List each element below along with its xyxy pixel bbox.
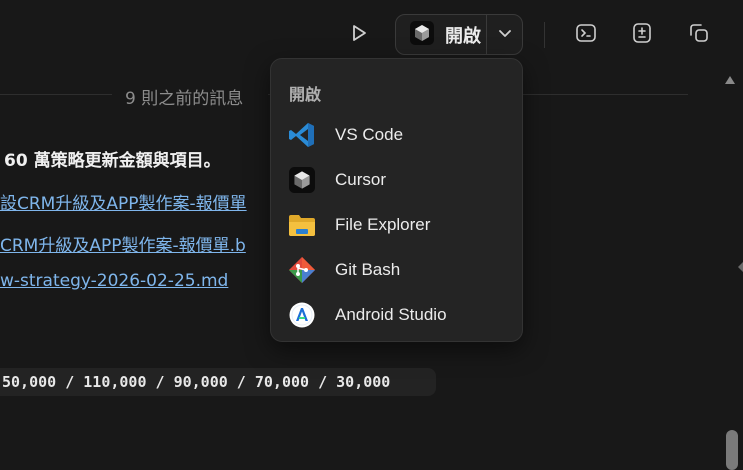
file-link-quote[interactable]: 設CRM升級及APP製作案-報價單: [0, 189, 247, 214]
menu-item-vscode[interactable]: VS Code: [277, 115, 517, 155]
edge-indicator-icon: [738, 262, 743, 272]
open-label: 開啟: [445, 25, 481, 47]
menu-item-cursor[interactable]: Cursor: [277, 160, 517, 200]
vscode-icon: [288, 121, 316, 149]
open-in-app-button[interactable]: 開啟: [396, 15, 486, 54]
scrollbar-thumb[interactable]: [726, 430, 738, 470]
scroll-up-icon[interactable]: [725, 76, 735, 84]
inline-code: 50,000 / 110,000 / 90,000 / 70,000 / 30,…: [0, 368, 436, 396]
cursor-app-icon: [410, 20, 434, 49]
menu-item-file-explorer[interactable]: File Explorer: [277, 205, 517, 245]
summary-text: 60 萬策略更新金額與項目。: [4, 151, 221, 171]
folder-icon: [288, 211, 316, 239]
android-studio-icon: [288, 301, 316, 329]
file-link-quote-backup[interactable]: CRM升級及APP製作案-報價單.b: [0, 231, 246, 256]
git-icon: [288, 256, 316, 284]
play-icon: [349, 23, 369, 47]
menu-item-git-bash[interactable]: Git Bash: [277, 250, 517, 290]
run-button[interactable]: [343, 19, 375, 51]
menu-item-label: File Explorer: [335, 215, 431, 234]
divider-left: [0, 94, 112, 95]
diff-icon: [631, 22, 653, 48]
file-link-strategy[interactable]: w-strategy-2026-02-25.md: [0, 271, 228, 291]
menu-item-label: Git Bash: [335, 260, 401, 279]
open-dropdown-toggle[interactable]: [487, 15, 522, 54]
menu-header: 開啟: [289, 85, 322, 104]
copy-window-icon: [688, 22, 710, 48]
pop-out-button[interactable]: [683, 19, 715, 51]
terminal-icon: [575, 22, 597, 48]
open-in-app-button-group: 開啟: [395, 14, 523, 55]
open-in-menu: 開啟 VS Code Cursor File Explorer Git Bash…: [270, 58, 523, 342]
menu-item-label: Cursor: [335, 170, 387, 189]
menu-item-android-studio[interactable]: Android Studio: [277, 295, 517, 335]
cursor-icon: [288, 166, 316, 194]
chevron-down-icon: [497, 25, 513, 45]
toolbar-divider: [544, 22, 545, 48]
earlier-messages-toggle[interactable]: 9 則之前的訊息: [125, 84, 243, 109]
menu-item-label: VS Code: [335, 125, 404, 144]
menu-item-label: Android Studio: [335, 305, 447, 324]
diff-button[interactable]: [626, 19, 658, 51]
terminal-button[interactable]: [570, 19, 602, 51]
